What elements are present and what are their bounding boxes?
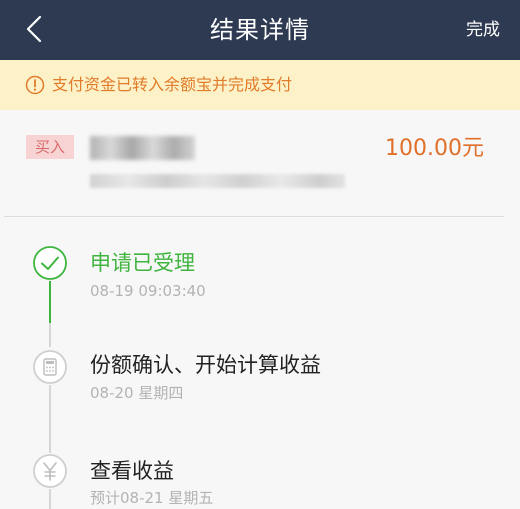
done-button[interactable]: 完成 bbox=[466, 0, 500, 60]
buy-tag: 买入 bbox=[26, 135, 74, 159]
timeline-line-done bbox=[49, 281, 51, 323]
step-time: 08-20 星期四 bbox=[90, 384, 184, 402]
page-title: 结果详情 bbox=[210, 16, 310, 44]
fund-name-obscured bbox=[90, 136, 195, 160]
timeline-line-pending bbox=[49, 323, 51, 347]
payment-notice-bar: 支付资金已转入余额宝并完成支付 bbox=[0, 60, 520, 110]
check-icon bbox=[33, 246, 67, 280]
yuan-icon bbox=[33, 454, 67, 488]
step-title: 份额确认、开始计算收益 bbox=[90, 353, 321, 377]
step-title: 查看收益 bbox=[90, 459, 174, 483]
step-title: 申请已受理 bbox=[90, 251, 195, 275]
step-time: 预计08-21 星期五 bbox=[90, 489, 214, 507]
timeline-line-pending bbox=[49, 385, 51, 453]
notice-text: 支付资金已转入余额宝并完成支付 bbox=[52, 75, 293, 94]
step-time: 08-19 09:03:40 bbox=[90, 282, 206, 300]
info-circle-icon bbox=[25, 75, 45, 95]
result-detail-page: 结果详情 完成 支付资金已转入余额宝并完成支付 买入 100.00元 申请已受理… bbox=[0, 0, 520, 509]
calculator-icon bbox=[33, 350, 67, 384]
progress-timeline: 申请已受理 08-19 09:03:40 份额确认、开始计算收益 08-20 星… bbox=[0, 217, 520, 509]
order-summary: 买入 100.00元 bbox=[0, 110, 520, 217]
fund-code-obscured bbox=[90, 174, 345, 188]
nav-header: 结果详情 完成 bbox=[0, 0, 520, 60]
order-amount: 100.00元 bbox=[385, 136, 484, 161]
timeline-line-pending bbox=[49, 489, 51, 509]
